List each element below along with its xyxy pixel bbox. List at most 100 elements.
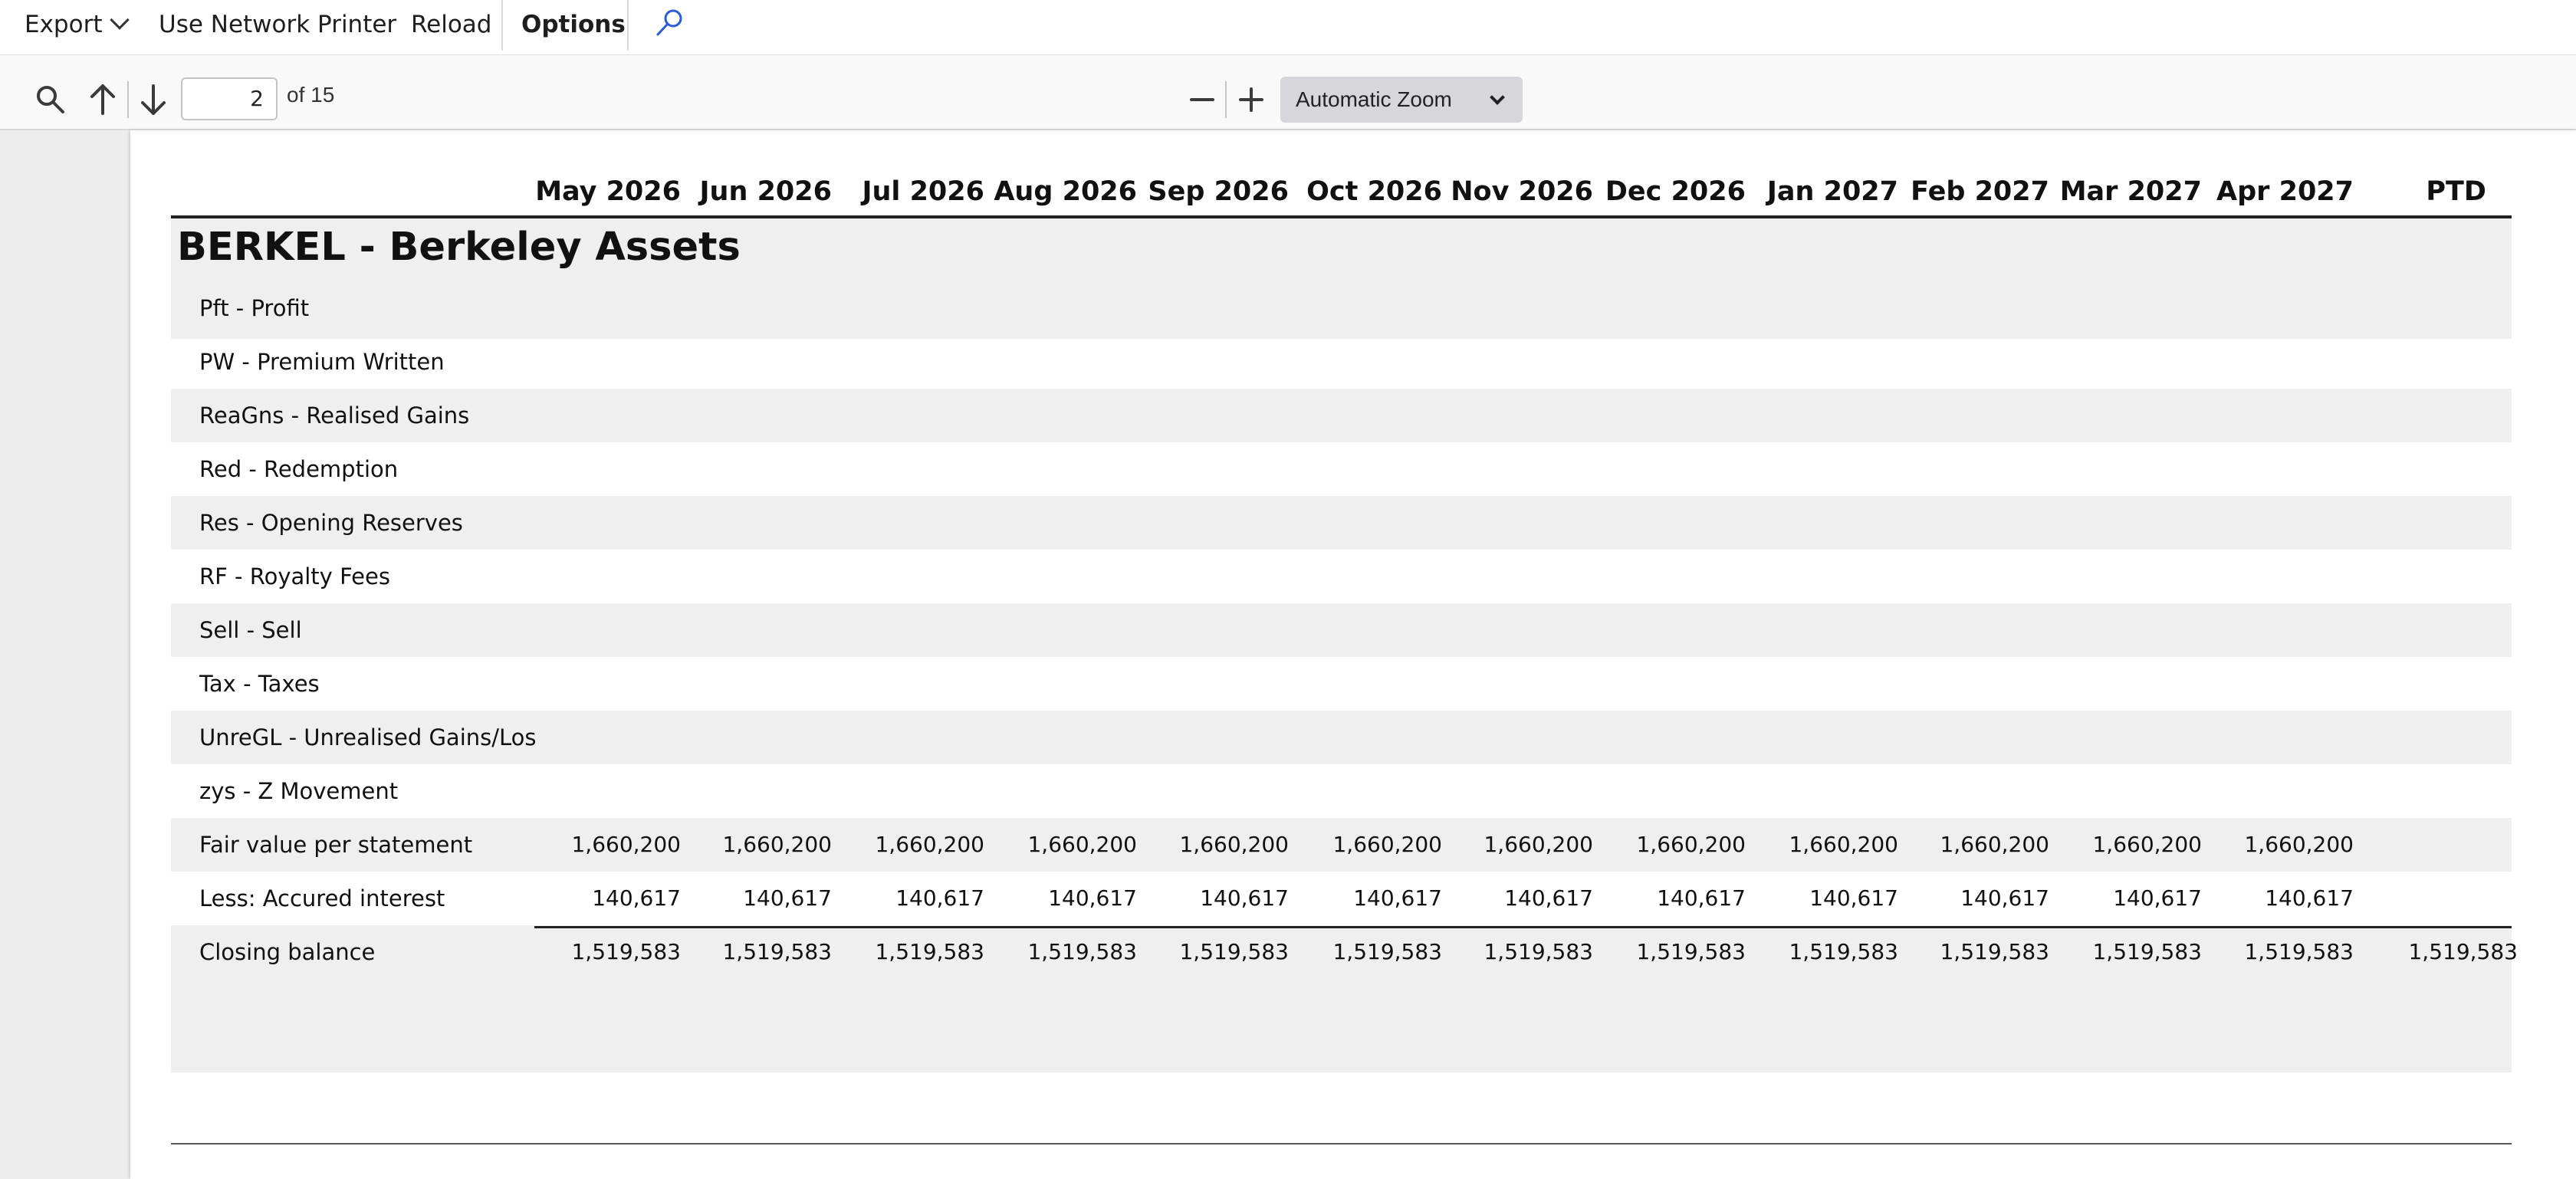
table-cell: 1,519,583: [2092, 939, 2202, 964]
zoom-in-icon[interactable]: [1236, 83, 1267, 117]
chevron-down-icon: [1490, 90, 1505, 105]
column-header: Sep 2026: [1148, 176, 1289, 207]
table-cell: 1,519,583: [1484, 939, 1593, 964]
table-cell: 140,617: [1200, 885, 1289, 911]
toolbar-divider: [127, 81, 129, 118]
table-cell: 1,660,200: [1940, 832, 2049, 857]
table-row: zys - Z Movement: [171, 764, 2512, 818]
table-cell: 1,660,200: [1027, 832, 1137, 857]
table-row: RF - Royalty Fees: [171, 550, 2512, 603]
table-row: Red - Redemption: [171, 442, 2512, 496]
column-header: Jul 2026: [862, 176, 984, 207]
table-cell: 1,519,583: [1027, 939, 1137, 964]
table-cell: 140,617: [2113, 885, 2202, 911]
table-cell: 1,519,583: [1636, 939, 1746, 964]
table-cell: 1,660,200: [571, 832, 681, 857]
row-label: RF - Royalty Fees: [199, 563, 390, 590]
table-cell: 140,617: [2265, 885, 2354, 911]
table-cell: 1,660,200: [2092, 832, 2202, 857]
table-row: Less: Accured interest 140,617 140,617 140,…: [171, 872, 2512, 925]
column-header: PTD: [2426, 176, 2486, 207]
row-label: Closing balance: [199, 939, 376, 965]
search-icon[interactable]: [653, 6, 687, 40]
table-cell: 1,519,583: [1179, 939, 1289, 964]
table-cell: 1,660,200: [722, 832, 832, 857]
zoom-select-value: Automatic Zoom: [1296, 87, 1452, 111]
row-label: Sell - Sell: [199, 617, 302, 643]
table-cell: 1,660,200: [1332, 832, 1442, 857]
table-cell: 1,660,200: [2244, 832, 2354, 857]
table-row: Tax - Taxes: [171, 657, 2512, 711]
row-label: Res - Opening Reserves: [199, 510, 463, 536]
find-icon[interactable]: [34, 83, 67, 117]
table-row: Res - Opening Reserves: [171, 496, 2512, 550]
table-cell: 1,519,583: [2408, 939, 2518, 964]
row-label: Less: Accured interest: [199, 885, 445, 911]
table-cell: 140,617: [1809, 885, 1898, 911]
table-cell: 1,660,200: [875, 832, 984, 857]
table-cell: 1,519,583: [1332, 939, 1442, 964]
table-row: UnreGL - Unrealised Gains/Los: [171, 711, 2512, 764]
table-row: Sell - Sell: [171, 603, 2512, 657]
table-cell: 1,519,583: [1789, 939, 1898, 964]
table-cell: 1,660,200: [1636, 832, 1746, 857]
export-menu[interactable]: Export: [25, 0, 130, 51]
table-row: PW - Premium Written: [171, 335, 2512, 389]
row-label: UnreGL - Unrealised Gains/Los: [199, 724, 537, 750]
column-header: Feb 2027: [1911, 176, 2049, 207]
row-label: Pft - Profit: [199, 295, 310, 321]
toolbar-divider: [1225, 81, 1227, 118]
table-cell: 140,617: [743, 885, 832, 911]
row-label: zys - Z Movement: [199, 778, 399, 804]
column-header: Dec 2026: [1605, 176, 1746, 207]
column-header: Apr 2027: [2216, 176, 2354, 207]
viewer-toolbar: 2 of 15 Automatic Zoom: [0, 55, 2576, 130]
table-cell: 140,617: [895, 885, 984, 911]
chevron-down-icon: [110, 10, 130, 30]
table-cell: 1,660,200: [1179, 832, 1289, 857]
row-label: PW - Premium Written: [199, 349, 445, 375]
table-cell: 140,617: [1048, 885, 1137, 911]
column-header: May 2026: [535, 176, 681, 207]
table-row: Fair value per statement 1,660,200 1,660,2…: [171, 818, 2512, 872]
table-cell: 1,519,583: [722, 939, 832, 964]
table-row: Pft - Profit: [171, 281, 2512, 335]
reload-button[interactable]: Reload: [411, 0, 491, 51]
row-label: Tax - Taxes: [199, 671, 320, 697]
table-cell: 1,519,583: [571, 939, 681, 964]
table-cell: 140,617: [592, 885, 681, 911]
table-cell: 140,617: [1657, 885, 1746, 911]
use-network-printer-button[interactable]: Use Network Printer: [159, 0, 396, 51]
table-cell: 1,660,200: [1789, 832, 1898, 857]
row-label: Fair value per statement: [199, 832, 473, 858]
column-header: Jan 2027: [1766, 176, 1898, 207]
table-row: ReaGns - Realised Gains: [171, 389, 2512, 442]
footer-rule: [171, 1143, 2512, 1145]
table-row: Closing balance 1,519,583 1,519,583 1,519,5…: [171, 925, 2518, 1072]
zoom-select[interactable]: Automatic Zoom: [1280, 77, 1523, 123]
table-cell: 140,617: [1353, 885, 1442, 911]
row-label: ReaGns - Realised Gains: [199, 402, 470, 429]
column-header: Mar 2027: [2059, 176, 2202, 207]
menu-divider: [501, 0, 503, 51]
table-cell: 1,519,583: [875, 939, 984, 964]
zoom-out-icon[interactable]: [1187, 83, 1217, 117]
next-page-icon[interactable]: [136, 81, 170, 118]
total-rule: [534, 926, 2512, 928]
menu-divider: [627, 0, 629, 51]
page-count-label: of 15: [287, 83, 335, 107]
table-cell: 1,519,583: [1940, 939, 2049, 964]
section-title: BERKEL - Berkeley Assets: [177, 225, 741, 270]
table-cell: 140,617: [1504, 885, 1593, 911]
export-label: Export: [25, 11, 103, 38]
column-header: Aug 2026: [994, 176, 1137, 207]
table-cell: 1,519,583: [2244, 939, 2354, 964]
table-cell: 140,617: [1960, 885, 2049, 911]
options-button[interactable]: Options: [521, 0, 626, 51]
column-header: Oct 2026: [1306, 176, 1442, 207]
previous-page-icon[interactable]: [86, 81, 120, 118]
row-label: Red - Redemption: [199, 456, 399, 482]
column-header: Nov 2026: [1451, 176, 1593, 207]
menu-bar: Export Use Network Printer Reload Option…: [0, 0, 2576, 55]
page-number-input[interactable]: 2: [181, 77, 278, 120]
